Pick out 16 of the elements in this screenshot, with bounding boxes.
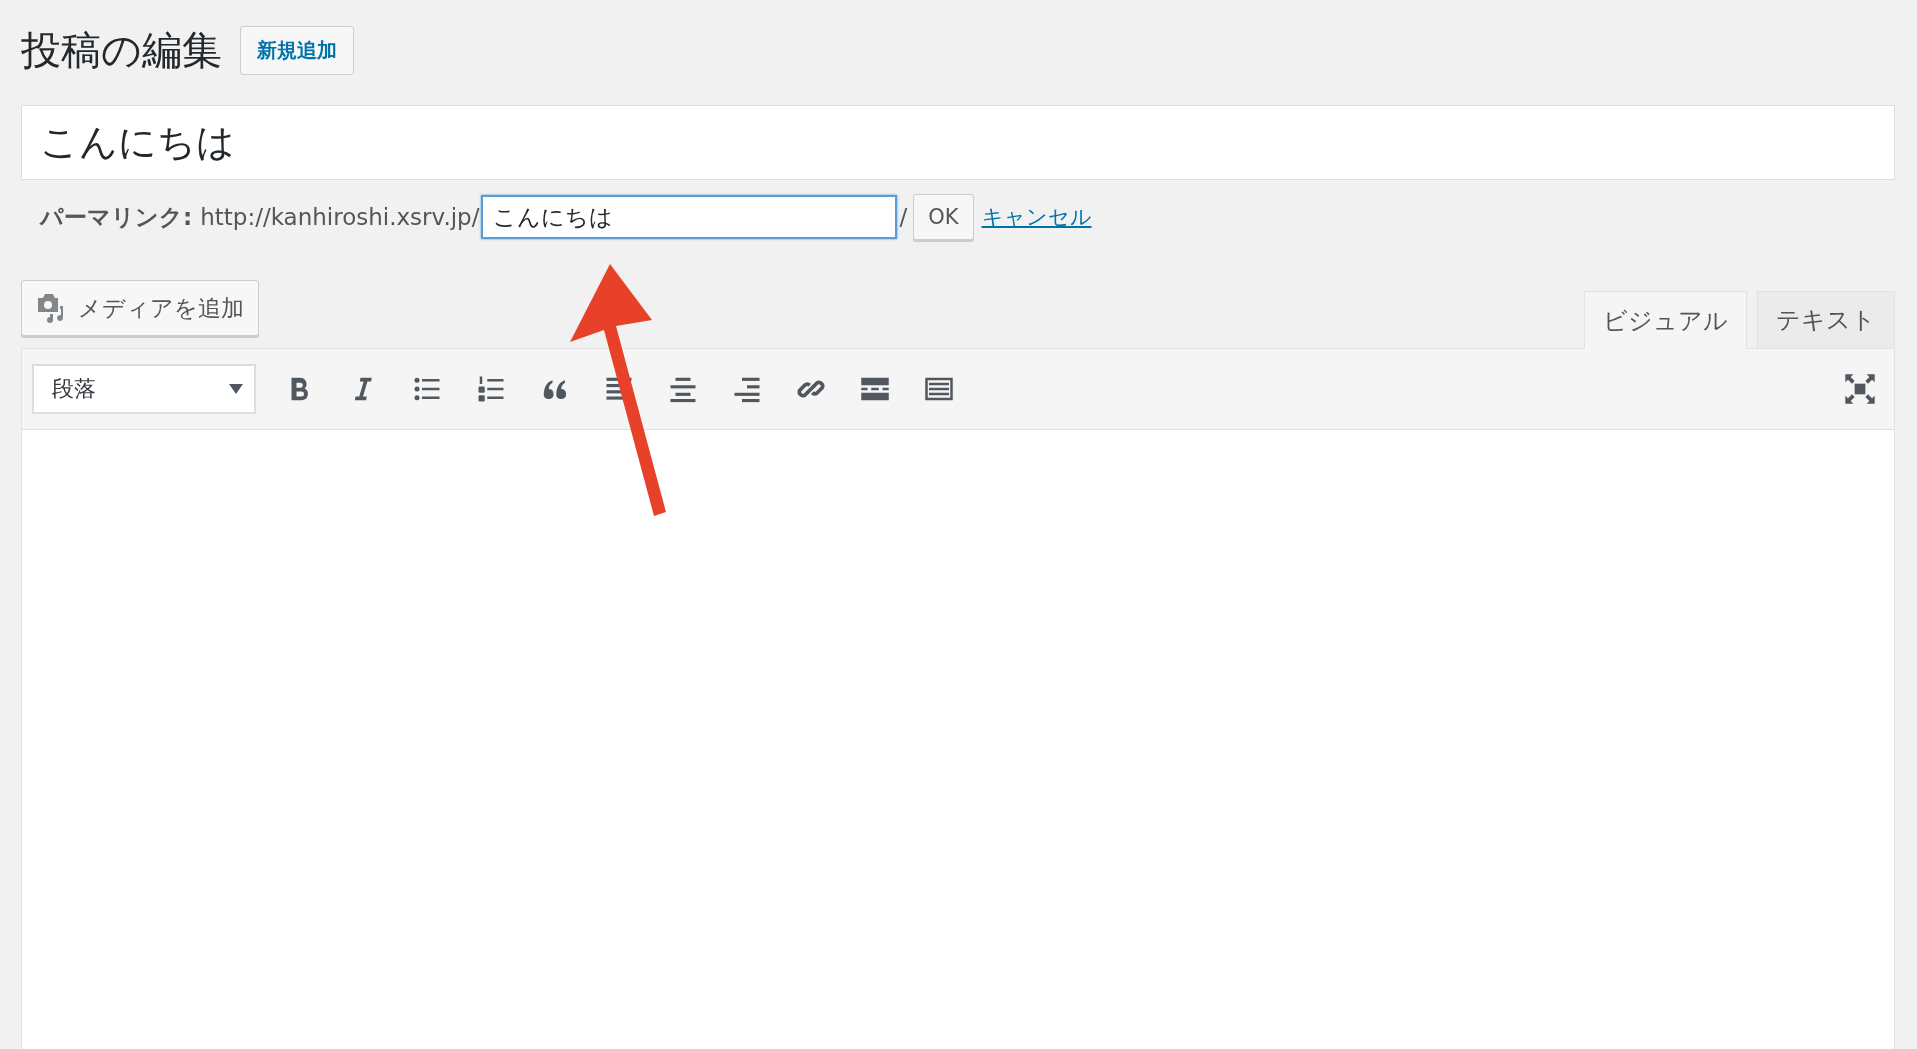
- fullscreen-icon[interactable]: [1844, 373, 1876, 405]
- ok-button[interactable]: OK: [913, 194, 974, 240]
- numbered-list-icon[interactable]: [476, 374, 506, 404]
- dropdown-icon: [228, 383, 244, 395]
- slug-field[interactable]: こんにちは: [481, 195, 898, 239]
- permalink-label: パーマリンク:: [40, 202, 193, 232]
- format-select[interactable]: 段落: [32, 364, 256, 414]
- permalink-url: http://kanhiroshi.xsrv.jp/: [200, 204, 480, 230]
- page-title: 投稿の編集: [21, 25, 222, 75]
- add-media-button[interactable]: メディアを追加: [21, 280, 259, 336]
- editor-tab[interactable]: テキスト: [1757, 291, 1895, 348]
- cancel-link[interactable]: キャンセル: [981, 203, 1092, 231]
- url-slash: /: [899, 204, 908, 230]
- editor-tab[interactable]: ビジュアル: [1584, 291, 1747, 349]
- title-field[interactable]: こんにちは: [21, 105, 1895, 180]
- add-new-button[interactable]: 新規追加: [240, 25, 354, 75]
